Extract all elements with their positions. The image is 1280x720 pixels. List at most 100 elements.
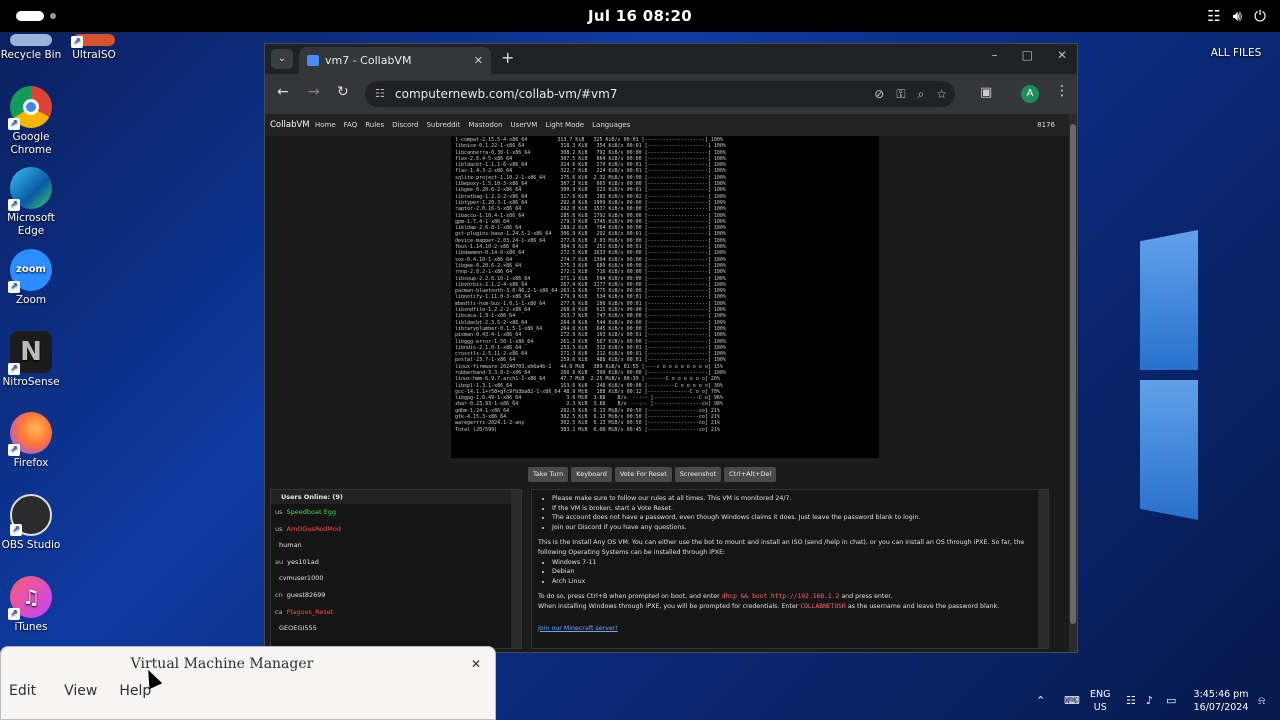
minimize-icon[interactable]: – — [992, 48, 998, 62]
desktop-icon-label: Zoom — [15, 294, 47, 306]
os-list: Windows 7-11 Debian Arch Linux — [538, 558, 1040, 587]
user-row[interactable]: ca Plagues_Reset — [271, 604, 521, 621]
vm-console-output: l-compat-2.15.5-4-x86_64 313.7 KiB 325 K… — [455, 137, 726, 433]
password-key-icon[interactable]: ⚿ — [896, 81, 905, 107]
desktop-icon-label: Firefox — [13, 457, 49, 469]
keyboard-layout-icon[interactable]: ⌨ — [1064, 694, 1080, 707]
user-flag: au — [275, 557, 284, 566]
nav-faq[interactable]: FAQ — [344, 114, 358, 136]
desktop-icon-label: OBS Studio — [1, 539, 61, 551]
close-window-icon[interactable]: ✕ — [1057, 48, 1067, 62]
user-row[interactable]: human — [271, 537, 521, 554]
nav-rules[interactable]: Rules — [365, 114, 384, 136]
vmm-title[interactable]: Virtual Machine Manager — [1, 647, 443, 681]
windows-system-tray: ⌃ ⌨ ENG US ☷ ♪ ▭ 3:45:46 pm 16/07/2024 ⍾ — [1030, 684, 1280, 720]
ctrl-alt-del-button[interactable]: Ctrl+Alt+Del — [724, 467, 777, 482]
desktop-icon-label: Microsoft Edge — [7, 212, 55, 237]
menu-edit[interactable]: Edit — [1, 683, 44, 699]
keyboard-button[interactable]: Keyboard — [571, 467, 612, 482]
desktop-icon-itunes[interactable]: ♫ ↗ iTunes — [0, 576, 62, 634]
lang-code: ENG — [1090, 689, 1111, 700]
collabvm-favicon-icon — [307, 55, 319, 66]
rule-item: If the VM is broken, start a Vote Reset. — [552, 504, 1040, 514]
wifi-icon[interactable]: ☷ — [1126, 694, 1136, 707]
network-icon[interactable]: ☷ — [1207, 7, 1220, 25]
virt-manager-window: Virtual Machine Manager ✕ Edit View Help — [0, 646, 496, 720]
minecraft-link[interactable]: Join our Minecraft server! — [538, 625, 618, 632]
nav-discord[interactable]: Discord — [392, 114, 418, 136]
bookmark-star-icon[interactable]: ☆ — [936, 81, 947, 107]
desktop-all-files[interactable]: ALL FILES — [1200, 47, 1272, 59]
obs-icon: ↗ — [10, 494, 52, 536]
online-count[interactable]: 8176 — [1037, 114, 1055, 136]
boot-text-end: and press enter. — [841, 593, 893, 601]
desktop-icon-chrome[interactable]: ↗ Google Chrome — [0, 86, 62, 157]
nav-home[interactable]: Home — [315, 114, 336, 136]
new-tab-button[interactable]: + — [501, 48, 514, 67]
tracking-off-icon[interactable]: ⊘ — [874, 81, 884, 107]
volume-icon[interactable]: 🔊︎ — [1233, 7, 1242, 25]
vm-display[interactable]: l-compat-2.15.5-4-x86_64 313.7 KiB 325 K… — [451, 136, 879, 458]
top-bar-clock[interactable]: Jul 16 08:20 — [0, 7, 1280, 25]
system-tray[interactable]: ☷ 🔊︎ ⏻ — [1207, 7, 1266, 25]
nav-languages[interactable]: Languages — [592, 114, 630, 136]
user-row[interactable]: cn guest82699 — [271, 587, 521, 604]
reload-icon[interactable]: ↻ — [337, 84, 349, 100]
screenshot-button[interactable]: Screenshot — [674, 467, 722, 482]
chat-scrollbar[interactable] — [1038, 490, 1048, 648]
user-row[interactable]: au yes101ad — [271, 554, 521, 571]
desktop-icon-recycle-bin[interactable]: Recycle Bin — [0, 34, 62, 62]
show-hidden-icons-icon[interactable]: ⌃ — [1036, 694, 1045, 707]
menu-view[interactable]: View — [44, 683, 105, 699]
tab-close-icon[interactable]: ✕ — [474, 47, 483, 74]
nav-light-mode[interactable]: Light Mode — [545, 114, 584, 136]
omnibox-actions: ⊘ ⚿ ⌕ ☆ — [874, 81, 947, 107]
taskbar-clock[interactable]: 3:45:46 pm 16/07/2024 — [1185, 688, 1257, 714]
zoom-magnifier-icon[interactable]: ⌕ — [918, 81, 925, 107]
desktop-icon-obs[interactable]: ↗ OBS Studio — [0, 494, 62, 552]
browser-menu-icon[interactable]: ⋮ — [1055, 83, 1069, 99]
tab-search-button[interactable]: ⌄ — [271, 49, 293, 69]
input-language[interactable]: ENG US — [1090, 688, 1110, 714]
user-row[interactable]: us AmOGusRedMod — [271, 521, 521, 538]
users-scrollbar[interactable] — [511, 490, 521, 648]
forward-icon[interactable]: → — [308, 84, 320, 100]
desktop-icon-ultraiso[interactable]: ↗ UltraISO — [63, 34, 125, 62]
address-bar[interactable]: ☷ computernewb.com/collab-vm/#vm7 ⊘ ⚿ ⌕ … — [365, 81, 955, 107]
os-item: Arch Linux — [552, 577, 1040, 587]
collabvm-brand[interactable]: CollabVM — [270, 114, 310, 136]
notification-bell-icon[interactable]: ⍾ — [1258, 694, 1265, 708]
battery-icon[interactable]: ▭ — [1166, 694, 1176, 707]
nav-subreddit[interactable]: Subreddit — [426, 114, 460, 136]
desktop-icon-nitrosense[interactable]: N ↗ NitroSense — [0, 331, 62, 389]
power-icon[interactable]: ⏻ — [1254, 7, 1266, 25]
desktop-icon-zoom[interactable]: zoom ↗ Zoom — [0, 249, 62, 307]
vote-reset-button[interactable]: Vote For Reset — [614, 467, 672, 482]
user-row[interactable]: cvmuser1000 — [271, 570, 521, 587]
tab-vm7-collabvm[interactable]: vm7 - CollabVM ✕ — [299, 47, 491, 74]
collabvm-page: CollabVM Home FAQ Rules Discord Subreddi… — [265, 114, 1069, 652]
os-item: Windows 7-11 — [552, 558, 1040, 568]
maximize-icon[interactable]: □ — [1022, 48, 1033, 62]
nav-mastodon[interactable]: Mastodon — [468, 114, 502, 136]
vmm-menubar: Edit View Help — [1, 683, 159, 699]
page-scrollbar[interactable] — [1069, 114, 1077, 652]
back-icon[interactable]: ← — [277, 84, 289, 100]
speaker-icon[interactable]: ♪ — [1146, 694, 1153, 707]
collabvm-navbar: CollabVM Home FAQ Rules Discord Subreddi… — [265, 114, 1069, 136]
url-text: computernewb.com/collab-vm/#vm7 — [395, 87, 618, 101]
user-flag: cn — [275, 590, 283, 599]
extensions-icon[interactable]: ▣ — [980, 85, 992, 100]
take-turn-button[interactable]: Take Turn — [528, 467, 569, 482]
vmm-close-icon[interactable]: ✕ — [467, 655, 485, 673]
page-scrollbar-thumb[interactable] — [1070, 124, 1076, 624]
desktop-icon-edge[interactable]: ↗ Microsoft Edge — [0, 167, 62, 238]
user-row[interactable]: GEOEGI555 — [271, 620, 521, 637]
user-row[interactable]: us Speedboat Egg — [271, 504, 521, 521]
site-info-icon[interactable]: ☷ — [375, 81, 385, 107]
profile-avatar[interactable]: A — [1021, 85, 1039, 103]
cred-username: COLLABNETUSR — [800, 602, 846, 610]
desktop-icon-firefox[interactable]: ↗ Firefox — [0, 412, 62, 470]
window-controls: – □ ✕ — [992, 48, 1067, 62]
nav-uservm[interactable]: UserVM — [511, 114, 538, 136]
